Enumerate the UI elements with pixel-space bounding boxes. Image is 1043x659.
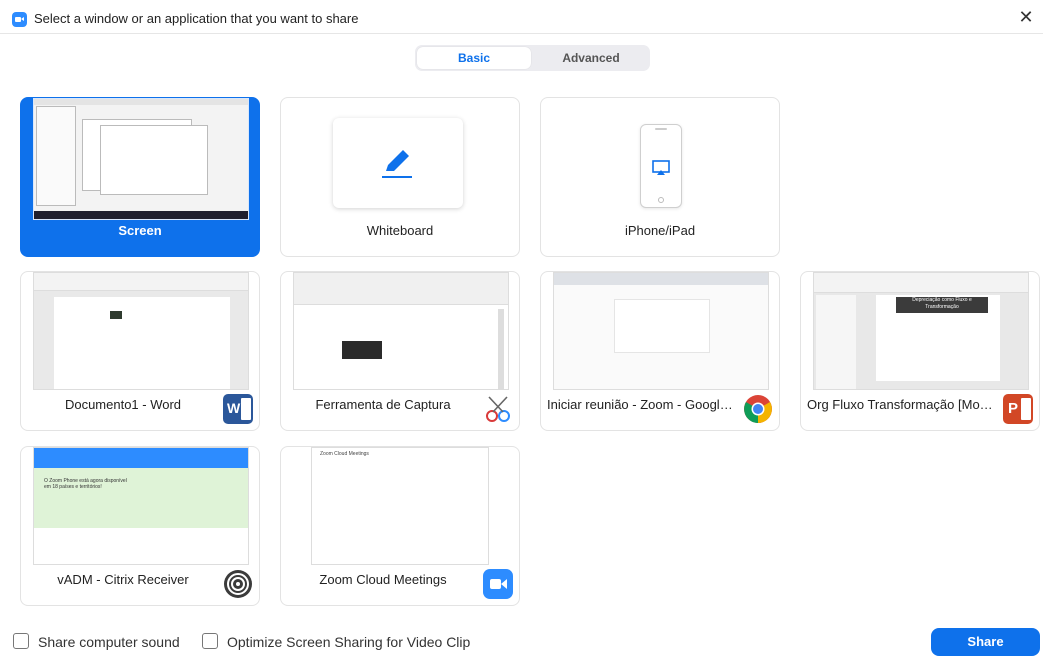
citrix-icon: [224, 570, 252, 598]
card-label: Whiteboard: [366, 223, 434, 238]
citrix-preview: O Zoom Phone está agora disponível em 18…: [33, 447, 249, 565]
share-option-iphone-ipad[interactable]: iPhone/iPad: [540, 97, 780, 257]
tab-basic[interactable]: Basic: [417, 47, 531, 69]
preview-toolbar: [34, 99, 248, 105]
word-icon: W: [223, 394, 253, 424]
optimize-video-label: Optimize Screen Sharing for Video Clip: [227, 634, 471, 650]
card-label: Documento1 - Word: [64, 397, 182, 412]
card-label: Org Fluxo Transformação [Modo ...: [807, 397, 999, 412]
zoom-window-title: Zoom Cloud Meetings: [320, 451, 369, 457]
card-label: Zoom Cloud Meetings: [319, 572, 447, 587]
share-mode-tabs: Basic Advanced: [415, 45, 650, 71]
pen-icon: [382, 150, 412, 178]
close-icon[interactable]: ✕: [1015, 6, 1037, 28]
share-window-powerpoint[interactable]: Depreciação como Fluxo e Transformação O…: [800, 271, 1040, 431]
airplay-icon: [652, 160, 670, 175]
zoom-window-preview: Zoom Cloud Meetings: [311, 447, 489, 565]
share-window-chrome[interactable]: Iniciar reunião - Zoom - Google ...: [540, 271, 780, 431]
phone-graphic: [640, 124, 682, 208]
optimize-video-checkbox[interactable]: [202, 633, 218, 649]
slide-title: Depreciação como Fluxo e Transformação: [896, 297, 988, 313]
share-window-citrix[interactable]: O Zoom Phone está agora disponível em 18…: [20, 446, 260, 606]
card-label: Screen: [118, 223, 162, 238]
card-label: iPhone/iPad: [624, 223, 696, 238]
chrome-preview: [553, 272, 769, 390]
powerpoint-icon: P: [1003, 394, 1033, 424]
share-option-whiteboard[interactable]: Whiteboard: [280, 97, 520, 257]
card-label: Ferramenta de Captura: [315, 397, 451, 412]
card-label: Iniciar reunião - Zoom - Google ...: [547, 397, 739, 412]
share-sound-checkbox[interactable]: [13, 633, 29, 649]
zoom-app-icon: [12, 12, 27, 27]
preview-window: [36, 106, 76, 206]
share-window-snipping-tool[interactable]: Ferramenta de Captura: [280, 271, 520, 431]
preview-window: [100, 125, 208, 195]
whiteboard-panel: [333, 118, 463, 208]
powerpoint-preview: Depreciação como Fluxo e Transformação: [813, 272, 1029, 390]
preview-taskbar: [34, 211, 248, 219]
share-window-zoom[interactable]: Zoom Cloud Meetings Zoom Cloud Meetings: [280, 446, 520, 606]
snipping-tool-icon: [486, 396, 510, 422]
zoom-icon: [483, 569, 513, 599]
zoom-banner: O Zoom Phone está agora disponível em 18…: [44, 478, 127, 490]
share-option-screen[interactable]: Screen: [20, 97, 260, 257]
card-label: vADM - Citrix Receiver: [57, 572, 189, 587]
tab-advanced[interactable]: Advanced: [534, 47, 648, 69]
share-sound-label: Share computer sound: [38, 634, 180, 650]
window-title: Select a window or an application that y…: [34, 11, 359, 26]
snipping-preview: [293, 272, 509, 390]
share-button[interactable]: Share: [931, 628, 1040, 656]
share-window-word[interactable]: Documento1 - Word W: [20, 271, 260, 431]
title-bar: Select a window or an application that y…: [0, 0, 1043, 34]
chrome-icon: [744, 395, 772, 423]
screen-preview: [33, 98, 249, 220]
word-preview: [33, 272, 249, 390]
